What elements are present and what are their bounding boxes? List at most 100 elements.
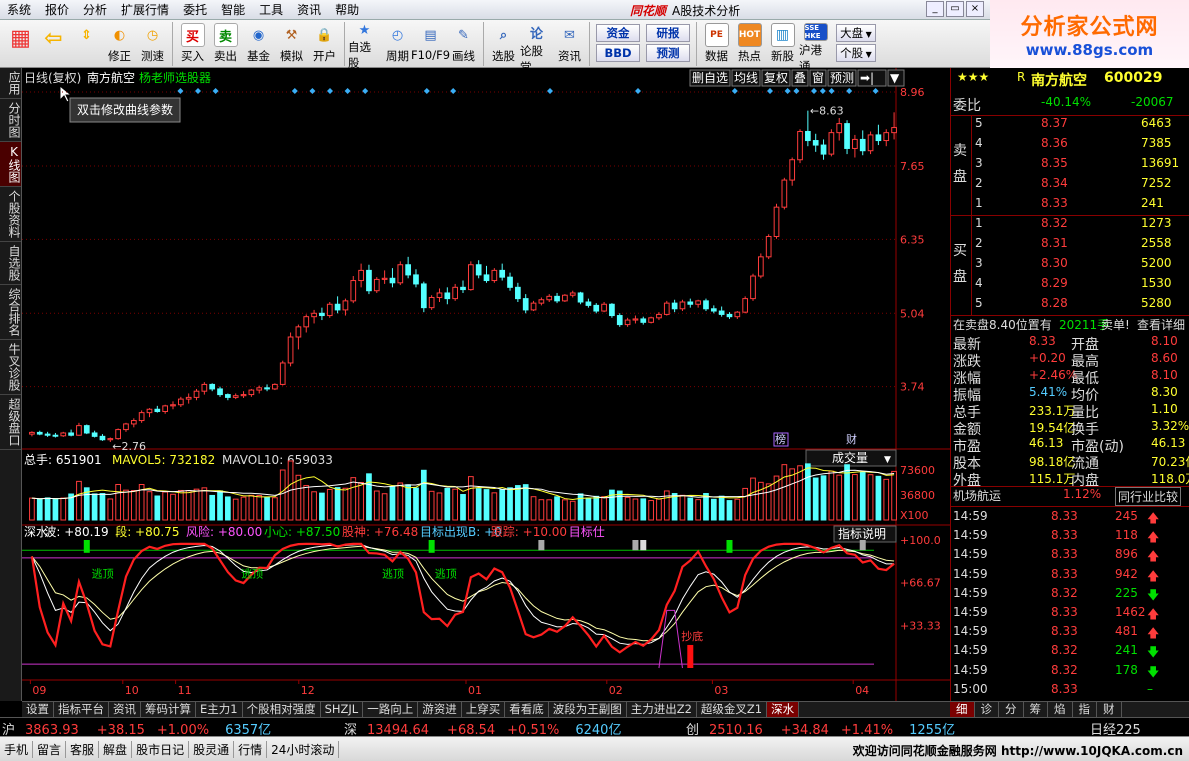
right-tab-0[interactable]: 细 [950, 702, 975, 717]
pill-button-fund[interactable]: 资金 [596, 24, 640, 42]
toolbar-button-2[interactable]: ⇕ [70, 20, 103, 66]
menu-item-5[interactable]: 智能 [214, 0, 252, 20]
menu-item-6[interactable]: 工具 [252, 0, 290, 20]
chart-button-2[interactable]: 复权 [761, 69, 791, 87]
status-item-4[interactable]: 股市日记 [132, 740, 190, 758]
close-button[interactable]: × [966, 1, 984, 17]
toolbar-button-1[interactable]: ⇦ [37, 20, 70, 66]
left-tab-4[interactable]: 自选股 [0, 242, 21, 285]
volume-dropdown[interactable]: 成交量 [805, 449, 897, 467]
toolbar-button-16[interactable]: ✉ 资讯 [553, 20, 586, 66]
left-tab-6[interactable]: 牛叉诊股 [0, 340, 21, 395]
market-dropdown-0[interactable]: 大盘 ▼ [836, 24, 876, 42]
indicator-tab-7[interactable]: 一路向上 [363, 702, 419, 717]
indicator-tab-14[interactable]: 深水 [767, 702, 800, 717]
welcome-message[interactable]: 欢迎访问同花顺金融服务网 http://www.10JQKA.com.cn [853, 742, 1183, 759]
toolbar-right-button-0[interactable]: PE 数据 [700, 20, 733, 66]
maximize-button[interactable]: ▭ [946, 1, 964, 17]
left-tab-0[interactable]: 应用 [0, 68, 21, 99]
indicator-tab-13[interactable]: 超级金叉Z1 [697, 702, 768, 717]
indicator-legend-item: 目标出现B: +0 [420, 525, 502, 539]
toolbar-button-12[interactable]: ▤ F10/F9 [411, 20, 450, 66]
toolbar-button-10[interactable]: ★ 自选股 [348, 20, 381, 70]
menu-item-8[interactable]: 帮助 [328, 0, 366, 20]
status-item-0[interactable]: 手机 [0, 740, 34, 758]
right-tab-6[interactable]: 财 [1097, 702, 1122, 717]
status-item-6[interactable]: 行情 [234, 740, 268, 758]
kline-chart-svg[interactable]: 日线(复权) 南方航空 杨老师选股器 删自选 均线 复权叠窗预测 ➡| ▼ 双击修改曲线参数 8.… [22, 68, 950, 701]
indicator-tab-0[interactable]: 设置 [22, 702, 54, 717]
left-tab-7[interactable]: 超级盘口 [0, 395, 21, 450]
status-item-3[interactable]: 解盘 [99, 740, 133, 758]
indicator-legend-item: 风险: +80.00 [186, 524, 262, 539]
indicator-tab-2[interactable]: 资讯 [109, 702, 141, 717]
pill-button-report[interactable]: 研报 [646, 24, 690, 42]
minimize-button[interactable]: _ [926, 1, 944, 17]
market-dropdown-1[interactable]: 个股 ▼ [836, 44, 876, 62]
indicator-tab-10[interactable]: 看看底 [505, 702, 549, 717]
alert-link[interactable]: 查看详细 [1137, 316, 1185, 333]
indicator-tab-12[interactable]: 主力进出Z2 [627, 702, 697, 717]
chart-button-1[interactable]: 均线 [731, 69, 761, 87]
chart-button-5[interactable]: 预测 [827, 69, 857, 87]
toolbar-right-button-2[interactable]: ▥ 新股 [766, 20, 799, 66]
toolbar-button-11[interactable]: ◴ 周期 [381, 20, 414, 66]
status-item-7[interactable]: 24小时滚动 [267, 740, 340, 758]
chart-button-4[interactable]: 窗 [809, 69, 827, 87]
sell-level-row: 1 8.33 241 [951, 196, 1189, 215]
chart-button-6[interactable]: ➡| [857, 69, 887, 87]
toolbar-button-9[interactable]: 🔒 开户 [308, 20, 341, 66]
toolbar-button-4[interactable]: ◷ 测速 [136, 20, 169, 66]
indicator-tab-9[interactable]: 上穿买 [462, 702, 506, 717]
toolbar-button-13[interactable]: ✎ 画线 [447, 20, 480, 66]
menu-item-0[interactable]: 系统 [0, 0, 38, 20]
toolbar-right-button-1[interactable]: HOT 热点 [733, 20, 766, 66]
indicator-tab-6[interactable]: SHZJL [321, 702, 364, 717]
indicator-tab-8[interactable]: 游资进 [418, 702, 462, 717]
toolbar-button-0[interactable]: ▦ [4, 20, 37, 66]
menu-item-3[interactable]: 扩展行情 [114, 0, 176, 20]
toolbar-button-7[interactable]: ◉ 基金 [242, 20, 275, 66]
right-tab-2[interactable]: 分 [999, 702, 1024, 717]
indicator-tab-4[interactable]: E主力1 [196, 702, 243, 717]
chart-button-0[interactable]: 删自选 [689, 69, 731, 87]
left-tab-1[interactable]: 分时图 [0, 99, 21, 142]
status-item-1[interactable]: 留言 [33, 740, 67, 758]
menu-item-1[interactable]: 报价 [38, 0, 76, 20]
right-tab-4[interactable]: 焰 [1048, 702, 1073, 717]
toolbar-button-8[interactable]: ⚒ 模拟 [275, 20, 308, 66]
left-tab-5[interactable]: 综合排名 [0, 285, 21, 340]
indicator-help-button[interactable]: 指标说明 [833, 525, 897, 543]
status-item-2[interactable]: 客服 [66, 740, 100, 758]
indicator-tab-1[interactable]: 指标平台 [54, 702, 109, 717]
candle [710, 305, 717, 314]
menu-item-4[interactable]: 委托 [176, 0, 214, 20]
indicator-tab-5[interactable]: 个股相对强度 [243, 702, 321, 717]
right-tab-1[interactable]: 诊 [975, 702, 999, 717]
right-tab-3[interactable]: 筹 [1024, 702, 1048, 717]
pill-button-forecast[interactable]: 预测 [646, 44, 690, 62]
indicator-tab-3[interactable]: 筹码计算 [141, 702, 196, 717]
left-tab-2[interactable]: K线图 [0, 142, 21, 187]
toolbar-button-15[interactable]: 论论股堂 [520, 20, 553, 74]
toolbar-right-button-3[interactable]: SSE HKE 沪港通 [799, 20, 832, 73]
left-tab-3[interactable]: 个股资料 [0, 187, 21, 242]
pill-button-bbd[interactable]: BBD [596, 44, 640, 62]
menu-item-7[interactable]: 资讯 [290, 0, 328, 20]
volume-bar [295, 474, 302, 521]
chart-area[interactable]: 日线(复权) 南方航空 杨老师选股器 删自选 均线 复权叠窗预测 ➡| ▼ 双击修改曲线参数 8.… [22, 68, 950, 701]
right-tab-5[interactable]: 指 [1073, 702, 1097, 717]
menu-item-2[interactable]: 分析 [76, 0, 114, 20]
toolbar-button-14[interactable]: ⌕ 选股 [487, 20, 520, 66]
chart-button-3[interactable]: 叠 [791, 69, 809, 87]
indicator-tab-11[interactable]: 波段为王副图 [549, 702, 627, 717]
chart-button-7[interactable]: ▼ [887, 69, 905, 87]
tab-label: 财 [1103, 702, 1115, 716]
tab-label: 个股相对强度 [246, 702, 316, 716]
toolbar-button-5[interactable]: 买买入 [176, 20, 209, 66]
status-item-5[interactable]: 股灵通 [189, 740, 235, 758]
toolbar-button-3[interactable]: ◐ 修正 [103, 20, 136, 66]
industry-compare-button[interactable]: 同行业比较 [1115, 487, 1182, 506]
toolbar-button-6[interactable]: 卖卖出 [209, 20, 242, 66]
period-label[interactable]: 日线(复权) [24, 71, 81, 85]
